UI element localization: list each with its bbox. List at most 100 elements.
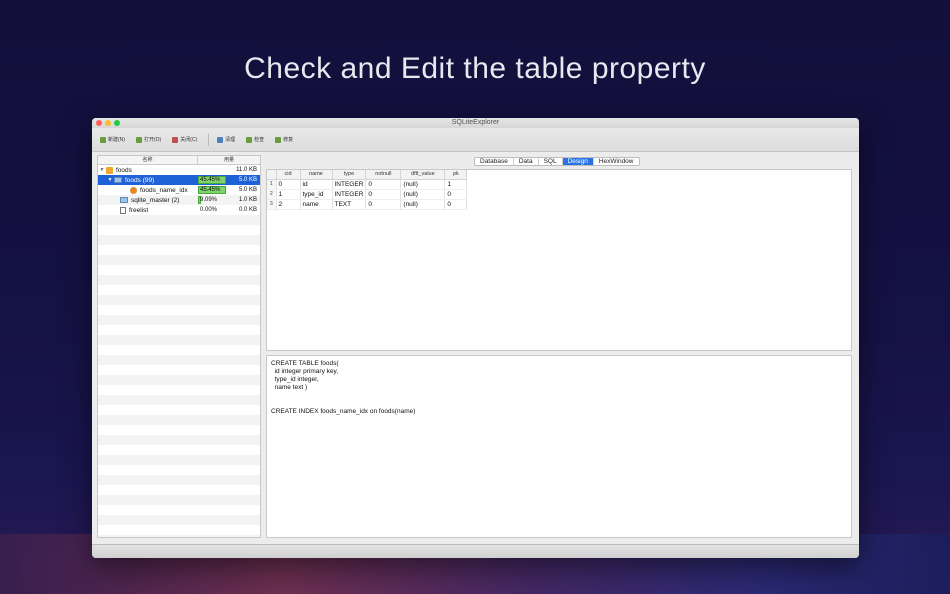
size-cell: 0.0 KB xyxy=(238,207,257,213)
close-button[interactable]: 关闭(C) xyxy=(172,136,197,143)
open-icon xyxy=(135,136,142,143)
usage-cell: 9.09% xyxy=(198,196,218,204)
cell-notnull[interactable]: 0 xyxy=(365,179,402,190)
new-db-icon xyxy=(100,136,106,143)
col-header-cid[interactable]: cid xyxy=(276,170,301,180)
new-button[interactable]: 新建(N) xyxy=(100,136,125,143)
close-button-label: 关闭(C) xyxy=(180,137,198,143)
cell-name[interactable]: name xyxy=(300,199,333,210)
tree-header-name[interactable]: 名称 xyxy=(98,156,198,164)
cell-pk[interactable]: 1 xyxy=(444,179,468,190)
cell-dflt-value[interactable]: (null) xyxy=(400,179,446,190)
col-header-dflt-value[interactable]: dflt_value xyxy=(400,170,446,180)
title-bar: SQLiteExplorer xyxy=(92,118,859,128)
tab-database[interactable]: Database xyxy=(475,158,514,165)
tree-row-name: sqlite_master (2) xyxy=(98,197,198,204)
tree-row-label: foods (99) xyxy=(125,176,155,184)
sql-line: CREATE INDEX foods_name_idx on foods(nam… xyxy=(271,408,416,415)
tree-header: 名称 用量 xyxy=(98,156,260,165)
tab-hexwindow[interactable]: HexWindow xyxy=(594,158,639,165)
table-icon xyxy=(114,177,122,183)
cell-type[interactable]: INTEGER xyxy=(332,179,367,190)
repair-button[interactable]: 修复 xyxy=(275,136,293,143)
disclosure-triangle-icon[interactable]: ▼ xyxy=(98,167,106,173)
usage-cell xyxy=(198,166,226,174)
close-db-icon xyxy=(172,136,179,143)
schema-sql-view[interactable]: CREATE TABLE foods( id integer primary k… xyxy=(266,355,852,538)
cell-pk[interactable]: 0 xyxy=(444,199,468,210)
row-number: 1 xyxy=(267,179,277,190)
maximize-window-icon[interactable] xyxy=(114,120,120,126)
table-row[interactable]: 2 1 type_id INTEGER 0 (null) 0 xyxy=(267,189,468,200)
index-icon xyxy=(130,186,137,194)
disclosure-triangle-icon[interactable]: ▼ xyxy=(106,177,114,183)
vacuum-button[interactable]: 清理 xyxy=(217,136,235,143)
tree-row-label: foods xyxy=(116,166,132,174)
table-row[interactable]: 3 2 name TEXT 0 (null) 0 xyxy=(267,199,468,210)
cell-pk[interactable]: 0 xyxy=(444,189,468,200)
database-icon xyxy=(106,166,113,174)
usage-cell: 45.45% xyxy=(198,186,226,194)
toolbar: 新建(N) 打开(O) 关闭(C) 清理 检查 修复 xyxy=(92,128,859,152)
tree-row-freelist[interactable]: freelist 0.00% 0.0 KB xyxy=(98,205,260,215)
minimize-window-icon[interactable] xyxy=(105,120,111,126)
tree-row-label: freelist xyxy=(129,206,149,214)
cell-name[interactable]: id xyxy=(300,179,333,190)
table-row[interactable]: 1 0 id INTEGER 0 (null) 1 xyxy=(267,179,468,190)
tab-data[interactable]: Data xyxy=(514,158,539,165)
cell-name[interactable]: type_id xyxy=(300,189,333,200)
row-number: 2 xyxy=(267,189,277,200)
tree-panel: 名称 用量 ▼ foods 11.0 KB ▼ foods (99) 45.45… xyxy=(97,155,261,538)
col-header-notnull[interactable]: notnull xyxy=(365,170,402,180)
tree-row-index[interactable]: foods_name_idx 45.45% 5.0 KB xyxy=(98,185,260,195)
cell-cid[interactable]: 2 xyxy=(276,199,301,210)
tree-row-name: ▼ foods (99) xyxy=(98,177,198,184)
window-title: SQLiteExplorer xyxy=(451,119,500,126)
usage-cell: 0.00% xyxy=(200,207,218,213)
sql-line xyxy=(271,392,847,400)
cell-dflt-value[interactable]: (null) xyxy=(400,199,446,210)
cell-dflt-value[interactable]: (null) xyxy=(400,189,446,200)
usage-cell: 45.45% xyxy=(198,176,226,184)
cell-cid[interactable]: 1 xyxy=(276,189,301,200)
table-icon xyxy=(120,197,128,203)
tab-sql[interactable]: SQL xyxy=(539,158,563,165)
design-grid: cid name type notnull dflt_value pk 1 0 … xyxy=(266,169,852,351)
size-cell: 11.0 KB xyxy=(236,167,257,173)
size-cell: 5.0 KB xyxy=(238,187,257,193)
vertical-splitter[interactable] xyxy=(262,155,265,538)
tree-header-usage[interactable]: 用量 xyxy=(198,156,260,164)
tree-row-label: foods_name_idx xyxy=(140,186,188,194)
new-button-label: 新建(N) xyxy=(108,137,125,143)
tab-design[interactable]: Design xyxy=(562,158,594,165)
cell-type[interactable]: TEXT xyxy=(332,199,367,210)
window-controls xyxy=(96,120,120,126)
check-button[interactable]: 检查 xyxy=(246,136,264,143)
app-window: SQLiteExplorer 新建(N) 打开(O) 关闭(C) 清理 检查 修… xyxy=(92,118,859,558)
page-icon xyxy=(120,206,126,214)
close-window-icon[interactable] xyxy=(96,120,102,126)
col-header-pk[interactable]: pk xyxy=(444,170,468,180)
size-cell: 5.0 KB xyxy=(238,177,257,183)
open-button[interactable]: 打开(O) xyxy=(135,136,161,143)
tree-row-sqlite-master[interactable]: sqlite_master (2) 9.09% 1.0 KB xyxy=(98,195,260,205)
cell-cid[interactable]: 0 xyxy=(276,179,301,190)
design-table-header: cid name type notnull dflt_value pk xyxy=(267,170,468,180)
col-header-type[interactable]: type xyxy=(332,170,367,180)
row-number-header xyxy=(267,170,277,180)
toolbar-separator xyxy=(208,133,210,146)
tree-row-name: freelist xyxy=(98,206,198,214)
sql-line: CREATE TABLE foods( xyxy=(271,360,339,367)
repair-icon xyxy=(275,136,282,143)
sql-line: name text ) xyxy=(271,384,308,391)
cell-notnull[interactable]: 0 xyxy=(365,189,402,200)
cell-notnull[interactable]: 0 xyxy=(365,199,402,210)
col-header-name[interactable]: name xyxy=(300,170,333,180)
tree-row-name: foods_name_idx xyxy=(98,186,198,194)
tree-row-table-foods[interactable]: ▼ foods (99) 45.45% 5.0 KB xyxy=(98,175,260,185)
tree-row-label: sqlite_master (2) xyxy=(131,196,180,204)
tree-row-database[interactable]: ▼ foods 11.0 KB xyxy=(98,165,260,175)
cell-type[interactable]: INTEGER xyxy=(332,189,367,200)
tree-background xyxy=(98,165,260,537)
sql-line xyxy=(271,400,847,408)
